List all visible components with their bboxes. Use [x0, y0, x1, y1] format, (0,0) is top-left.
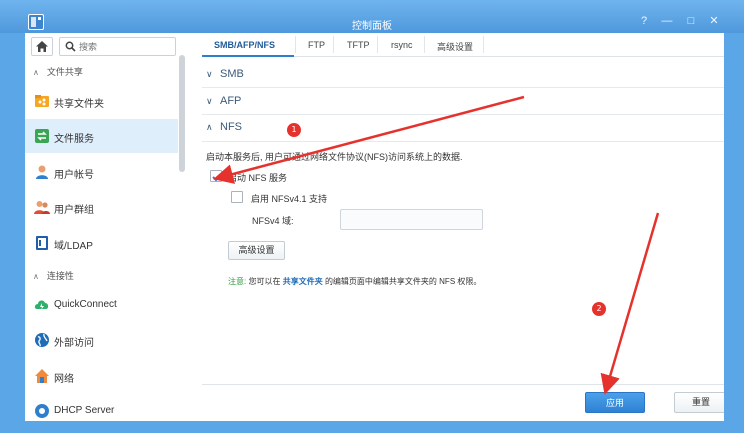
maximize-icon[interactable]: □	[683, 14, 699, 28]
nfsv4-domain-input[interactable]	[340, 209, 483, 230]
sidebar: ∧ 文件共享 共享文件夹 文件服务 用户帐号 用户群组 域/LDAP ∧ 连接性 Q…	[25, 33, 188, 421]
checkmark-icon	[212, 173, 222, 182]
chevron-down-icon: ∨	[206, 69, 213, 79]
group-icon	[34, 201, 50, 214]
window-title: 控制面板	[352, 21, 392, 32]
tab-divider	[483, 36, 484, 53]
sidebar-item-dhcp-server[interactable]: DHCP Server	[25, 394, 178, 421]
tab-divider	[295, 36, 296, 53]
sidebar-item-label: 网络	[54, 374, 74, 385]
enable-nfsv41-checkbox[interactable]	[231, 191, 243, 203]
section-label: 连接性	[46, 271, 74, 281]
nfsv4-domain-label: NFSv4 域:	[252, 216, 294, 226]
sidebar-item-quickconnect[interactable]: QuickConnect	[25, 288, 178, 322]
home-icon	[36, 41, 48, 52]
minimize-icon[interactable]: —	[659, 14, 675, 28]
divider	[202, 141, 724, 142]
home-button[interactable]	[31, 37, 53, 56]
search-box[interactable]	[59, 37, 176, 56]
protocol-label: NFS	[220, 121, 242, 133]
user-icon	[36, 165, 48, 179]
protocol-label: AFP	[220, 95, 242, 107]
chevron-down-icon: ∨	[206, 96, 213, 106]
section-file-sharing[interactable]: ∧ 文件共享	[33, 65, 83, 78]
search-input[interactable]	[79, 40, 169, 53]
tab-divider	[424, 36, 425, 53]
note-text: 您可以在	[248, 277, 281, 286]
sidebar-item-network[interactable]: 网络	[25, 359, 178, 393]
divider	[202, 114, 724, 115]
close-icon[interactable]: ✕	[706, 14, 722, 28]
help-icon[interactable]: ?	[636, 14, 652, 28]
dhcp-server-icon	[35, 404, 49, 418]
sidebar-item-label: 共享文件夹	[54, 99, 104, 110]
tab-rsync[interactable]: rsync	[391, 40, 413, 50]
chevron-up-icon: ∧	[33, 68, 39, 77]
tab-advanced-settings[interactable]: 高级设置	[437, 40, 473, 53]
sidebar-item-user[interactable]: 用户帐号	[25, 155, 178, 189]
sidebar-item-shared-folder[interactable]: 共享文件夹	[25, 84, 178, 118]
external-access-icon	[35, 333, 49, 347]
sidebar-item-group[interactable]: 用户群组	[25, 190, 178, 224]
note-label: 注意:	[228, 277, 247, 286]
note-text: 的编辑页面中编辑共享文件夹的 NFS 权限。	[324, 277, 482, 286]
enable-nfsv41-label[interactable]: 启用 NFSv4.1 支持	[251, 192, 327, 205]
sidebar-item-label: QuickConnect	[54, 299, 117, 310]
active-tab-indicator	[202, 55, 294, 57]
sidebar-scrollbar[interactable]	[179, 55, 185, 172]
tab-bar: SMB/AFP/NFS FTP TFTP rsync 高级设置	[202, 33, 724, 57]
divider	[202, 87, 724, 88]
enable-nfs-label[interactable]: 启动 NFS 服务	[228, 171, 287, 184]
protocol-nfs-header[interactable]: ∧ NFS	[206, 121, 242, 133]
tab-smb-afp-nfs[interactable]: SMB/AFP/NFS	[214, 40, 275, 50]
tab-divider	[333, 36, 334, 53]
chevron-up-icon: ∧	[206, 122, 213, 132]
reset-button[interactable]: 重置	[674, 392, 724, 413]
main-content: SMB/AFP/NFS FTP TFTP rsync 高级设置 ∨ SMB ∨ AF…	[202, 33, 724, 421]
file-services-icon	[35, 129, 49, 143]
sidebar-item-label: 用户群组	[54, 205, 94, 216]
protocol-smb-header[interactable]: ∨ SMB	[206, 68, 244, 80]
domain-ldap-icon	[36, 236, 48, 250]
nfs-note: 注意: 您可以在 共享文件夹 的编辑页面中编辑共享文件夹的 NFS 权限。	[228, 276, 481, 287]
window-titlebar: 控制面板 ? — □ ✕	[0, 0, 744, 33]
tab-ftp[interactable]: FTP	[308, 40, 325, 50]
shared-folder-link[interactable]: 共享文件夹	[283, 277, 323, 286]
protocol-label: SMB	[220, 68, 244, 80]
quickconnect-icon	[34, 300, 49, 310]
nfs-description: 启动本服务后, 用户可通过网络文件协议(NFS)访问系统上的数据.	[206, 152, 463, 162]
tab-divider	[377, 36, 378, 53]
sidebar-item-label: 用户帐号	[54, 170, 94, 181]
network-icon	[35, 369, 49, 383]
sidebar-item-file-services[interactable]: 文件服务	[25, 119, 178, 153]
annotation-badge-2: 2	[592, 302, 606, 316]
sidebar-item-domain-ldap[interactable]: 域/LDAP	[25, 226, 178, 260]
advanced-settings-button[interactable]: 高级设置	[228, 241, 285, 260]
sidebar-item-label: 文件服务	[54, 134, 94, 145]
sidebar-item-label: DHCP Server	[54, 405, 115, 416]
sidebar-item-label: 外部访问	[54, 338, 94, 349]
shared-folder-icon	[35, 95, 49, 107]
section-connectivity[interactable]: ∧ 连接性	[33, 269, 74, 282]
enable-nfs-checkbox[interactable]	[210, 170, 222, 182]
control-panel-window: ∧ 文件共享 共享文件夹 文件服务 用户帐号 用户群组 域/LDAP ∧ 连接性 Q…	[25, 33, 724, 421]
footer-divider	[202, 384, 724, 385]
sidebar-item-label: 域/LDAP	[54, 241, 93, 252]
tab-tftp[interactable]: TFTP	[347, 40, 370, 50]
chevron-up-icon: ∧	[33, 272, 39, 281]
section-label: 文件共享	[46, 67, 83, 77]
sidebar-item-external-access[interactable]: 外部访问	[25, 323, 178, 357]
annotation-badge-1: 1	[287, 123, 301, 137]
apply-button[interactable]: 应用	[585, 392, 645, 413]
search-icon	[65, 41, 76, 52]
protocol-afp-header[interactable]: ∨ AFP	[206, 95, 241, 107]
